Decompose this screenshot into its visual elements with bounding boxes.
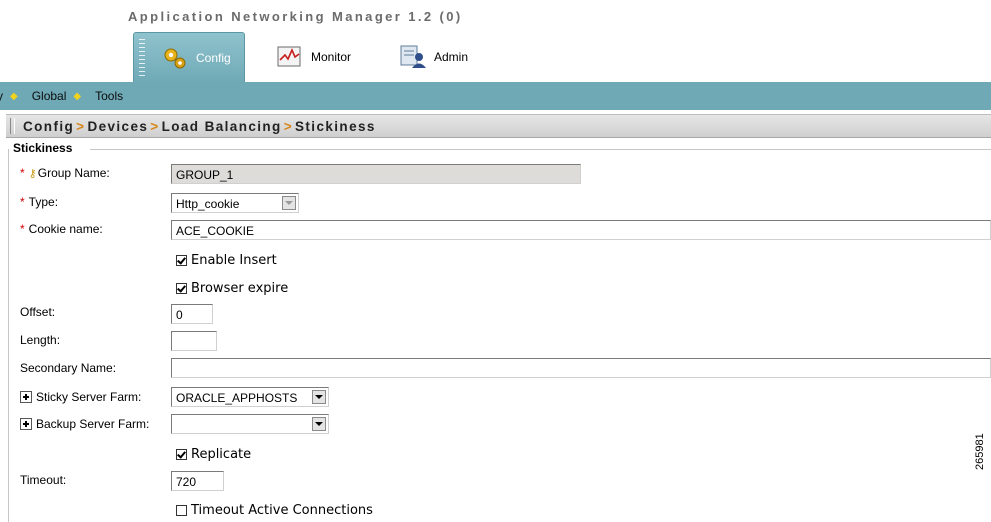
required-asterisk: *	[20, 222, 25, 236]
group-name-label: * ⚷ Group Name:	[20, 166, 110, 180]
required-asterisk: *	[20, 166, 25, 180]
tab-admin-label: Admin	[434, 50, 469, 64]
sticky-server-farm-label-text: Sticky Server Farm:	[36, 390, 142, 404]
type-label: * Type:	[20, 195, 58, 209]
group-name-field[interactable]: GROUP_1	[171, 164, 581, 184]
secondary-name-label: Secondary Name:	[20, 361, 116, 375]
arrow-icon: ◆	[73, 90, 82, 102]
enable-insert-label: Enable Insert	[191, 253, 277, 268]
menu-item-label: y	[0, 89, 3, 103]
type-select[interactable]: Http_cookie	[171, 193, 299, 213]
key-icon: ⚷	[28, 167, 37, 180]
cookie-name-label: * Cookie name:	[20, 222, 103, 236]
replicate-label: Replicate	[191, 447, 252, 462]
backup-server-farm-select[interactable]	[171, 414, 329, 434]
breadcrumb-devices[interactable]: Devices	[87, 119, 148, 134]
length-label-text: Length:	[20, 333, 61, 347]
app-title: Application Networking Manager 1.2 (0)	[128, 9, 463, 24]
length-field[interactable]	[171, 331, 217, 351]
timeout-field[interactable]: 720	[171, 471, 224, 491]
type-select-value: Http_cookie	[176, 197, 240, 211]
checkbox-checked-icon[interactable]	[176, 255, 187, 266]
menu-item-label: Global	[31, 89, 67, 103]
timeout-label: Timeout:	[20, 473, 66, 487]
menu-item-tools[interactable]: Tools	[95, 89, 123, 103]
breadcrumb-separator-icon: >	[76, 118, 86, 134]
browser-expire-checkbox[interactable]: Browser expire	[176, 281, 288, 296]
tab-monitor[interactable]: Monitor	[277, 32, 351, 82]
chevron-down-icon	[312, 417, 326, 431]
tab-admin[interactable]: Admin	[400, 32, 468, 82]
tab-config[interactable]: Config	[133, 32, 245, 83]
offset-label: Offset:	[20, 305, 55, 319]
breadcrumb-separator-icon: >	[283, 118, 293, 134]
offset-label-text: Offset:	[20, 305, 56, 319]
checkbox-checked-icon[interactable]	[176, 449, 187, 460]
timeout-active-connections-label: Timeout Active Connections	[191, 503, 373, 518]
plus-icon[interactable]	[20, 418, 32, 430]
chart-icon	[277, 46, 301, 67]
chevron-down-icon	[282, 196, 296, 210]
checkbox-checked-icon[interactable]	[176, 283, 187, 294]
breadcrumb: Config > Devices > Load Balancing > Stic…	[6, 114, 991, 138]
breadcrumb-separator-icon: >	[150, 118, 160, 134]
section-divider	[90, 149, 991, 150]
section-border	[8, 149, 9, 522]
tab-grip	[139, 39, 145, 77]
breadcrumb-config[interactable]: Config	[23, 119, 74, 134]
backup-server-farm-label: Backup Server Farm:	[20, 417, 149, 431]
cookie-name-field[interactable]: ACE_COOKIE	[171, 220, 991, 240]
breadcrumb-stickiness: Stickiness	[295, 118, 376, 134]
menu-item-label: Tools	[95, 89, 124, 103]
timeout-active-connections-checkbox[interactable]: Timeout Active Connections	[176, 503, 373, 518]
figure-id: 265981	[974, 433, 986, 470]
tab-config-label: Config	[196, 51, 231, 65]
browser-expire-label: Browser expire	[191, 281, 289, 296]
secondary-name-field[interactable]	[171, 358, 991, 378]
replicate-checkbox[interactable]: Replicate	[176, 447, 251, 462]
type-label-text: Type:	[28, 195, 59, 209]
cookie-name-label-text: Cookie name:	[28, 222, 103, 236]
sticky-server-farm-label: Sticky Server Farm:	[20, 390, 141, 404]
offset-field[interactable]: 0	[171, 304, 213, 324]
backup-server-farm-label-text: Backup Server Farm:	[36, 417, 150, 431]
menu-bar: y ◆ Global ◆ Tools	[0, 82, 991, 110]
sticky-server-farm-value: ORACLE_APPHOSTS	[176, 391, 298, 405]
checkbox-unchecked-icon[interactable]	[176, 505, 187, 516]
plus-icon[interactable]	[20, 391, 32, 403]
breadcrumb-grip	[10, 118, 15, 134]
length-label: Length:	[20, 333, 60, 347]
menu-item-global[interactable]: Global ◆	[32, 89, 81, 103]
tab-monitor-label: Monitor	[311, 50, 352, 64]
required-asterisk: *	[20, 195, 25, 209]
sticky-server-farm-select[interactable]: ORACLE_APPHOSTS	[171, 387, 329, 407]
breadcrumb-load-balancing[interactable]: Load Balancing	[162, 119, 282, 134]
section-title: Stickiness	[13, 141, 73, 155]
admin-icon	[400, 45, 426, 68]
gears-icon	[164, 48, 186, 69]
menu-item-partial[interactable]: y ◆	[0, 89, 18, 103]
arrow-icon: ◆	[10, 90, 18, 102]
secondary-name-label-text: Secondary Name:	[20, 361, 117, 375]
chevron-down-icon	[312, 390, 326, 404]
enable-insert-checkbox[interactable]: Enable Insert	[176, 253, 277, 268]
timeout-label-text: Timeout:	[20, 473, 67, 487]
group-name-label-text: Group Name:	[37, 166, 110, 180]
